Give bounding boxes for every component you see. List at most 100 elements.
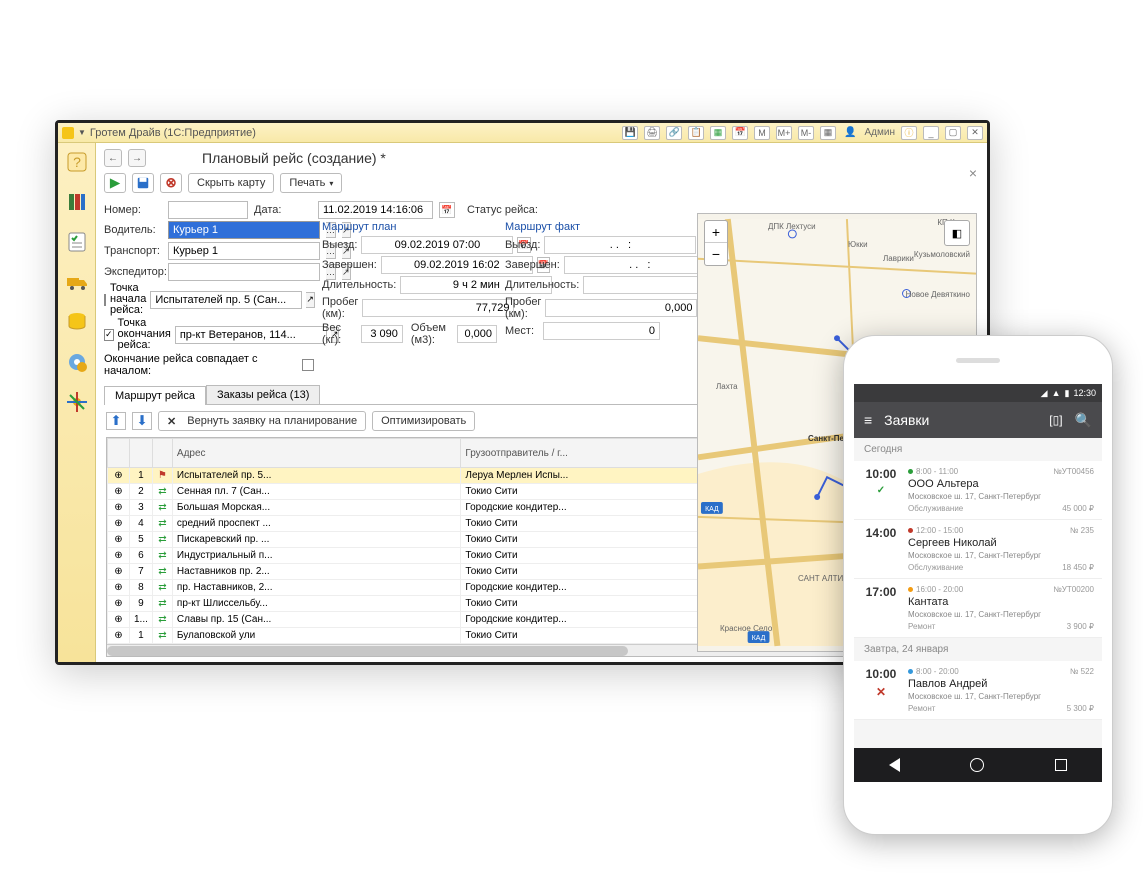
request-card[interactable]: 17:00 16:00 - 20:00№УТ00200 Кантата Моск… xyxy=(854,579,1102,638)
run-button[interactable]: ▶ xyxy=(104,173,126,193)
print-button[interactable]: Печать▾ xyxy=(280,173,342,193)
expeditor-label: Экспедитор: xyxy=(104,266,162,278)
clipboard-icon[interactable]: 📋 xyxy=(688,126,704,140)
sidebar-gear-icon[interactable] xyxy=(64,349,90,375)
calc-icon[interactable]: ▦ xyxy=(710,126,726,140)
print-icon[interactable]: 🖨 xyxy=(644,126,660,140)
plan-seats xyxy=(543,322,660,340)
mminus-btn[interactable]: M- xyxy=(798,126,814,140)
battery-icon: ▮ xyxy=(1065,388,1070,399)
zoom-out-button[interactable]: − xyxy=(705,243,727,265)
fact-dist xyxy=(545,299,697,317)
signal-icon: ◢ xyxy=(1041,388,1048,399)
start-label: Точка начала рейса: xyxy=(110,283,146,316)
date-calendar-icon[interactable]: 📅 xyxy=(439,202,455,218)
fact-depart[interactable] xyxy=(544,236,696,254)
maximize-icon[interactable]: ▢ xyxy=(945,126,961,140)
driver-label: Водитель: xyxy=(104,224,162,236)
mplus-btn[interactable]: M+ xyxy=(776,126,792,140)
map-layers-button[interactable]: ◧ xyxy=(944,220,970,246)
request-card[interactable]: 10:00✓ 8:00 - 11:00№УТ00456 ООО Альтера … xyxy=(854,461,1102,520)
link-icon[interactable]: 🔗 xyxy=(666,126,682,140)
m-btn[interactable]: М xyxy=(754,126,770,140)
plan-vol xyxy=(457,325,497,343)
save-button[interactable] xyxy=(132,173,154,193)
date-input[interactable] xyxy=(318,201,433,219)
app-icon xyxy=(62,127,74,139)
save-icon[interactable]: 💾 xyxy=(622,126,638,140)
start-input[interactable] xyxy=(150,291,302,309)
close-window-icon[interactable]: ✕ xyxy=(967,126,983,140)
search-icon[interactable]: 🔍 xyxy=(1075,412,1092,429)
move-up-button[interactable]: ⬆ xyxy=(106,412,126,430)
section-tomorrow: Завтра, 24 января xyxy=(854,638,1102,661)
transport-label: Транспорт: xyxy=(104,245,162,257)
number-input[interactable] xyxy=(168,201,248,219)
sidebar-star-icon[interactable] xyxy=(64,389,90,415)
end-equals-label: Окончание рейса совпадает с началом: xyxy=(104,353,298,377)
plan-title: Маршрут план xyxy=(322,221,497,233)
tab-orders[interactable]: Заказы рейса (13) xyxy=(206,385,320,404)
phone-navbar xyxy=(854,748,1102,782)
zoom-in-button[interactable]: + xyxy=(705,221,727,243)
sidebar-help-icon[interactable]: ? xyxy=(64,149,90,175)
request-card[interactable]: 14:00 12:00 - 15:00№ 235 Сергеев Николай… xyxy=(854,520,1102,579)
end-input[interactable] xyxy=(175,326,327,344)
minimize-icon[interactable]: _ xyxy=(923,126,939,140)
sidebar-truck-icon[interactable] xyxy=(64,269,90,295)
dropdown-icon[interactable]: ▼ xyxy=(78,128,86,137)
menu-icon[interactable]: ≡ xyxy=(864,412,872,428)
move-down-button[interactable]: ⬇ xyxy=(132,412,152,430)
svg-text:?: ? xyxy=(73,154,81,170)
driver-input[interactable] xyxy=(168,221,320,239)
plan-depart[interactable] xyxy=(361,236,513,254)
plan-weight xyxy=(361,325,403,343)
phone-frame: ◢ ▲ ▮ 12:30 ≡ Заявки [▯] 🔍 Сегодня 10:00… xyxy=(843,335,1113,835)
sidebar: ? xyxy=(58,143,96,662)
grid-icon[interactable]: ▦ xyxy=(820,126,836,140)
expeditor-input[interactable] xyxy=(168,263,320,281)
tab-route[interactable]: Маршрут рейса xyxy=(104,386,206,405)
info-icon[interactable]: ⓘ xyxy=(901,126,917,140)
nav-back-button[interactable]: ← xyxy=(104,149,122,167)
map-zoom: + − xyxy=(704,220,728,266)
close-page-icon[interactable]: × xyxy=(969,165,977,181)
app-title: Гротем Драйв (1С:Предприятие) xyxy=(90,127,256,139)
number-label: Номер: xyxy=(104,204,162,216)
nav-fwd-button[interactable]: → xyxy=(128,149,146,167)
request-card[interactable]: 10:00✕ 8:00 - 20:00№ 522 Павлов Андрей М… xyxy=(854,661,1102,720)
sidebar-checklist-icon[interactable] xyxy=(64,229,90,255)
transport-input[interactable] xyxy=(168,242,320,260)
status-time: 12:30 xyxy=(1073,388,1096,398)
end-label: Точка окончания рейса: xyxy=(118,318,171,351)
fact-done[interactable] xyxy=(564,256,716,274)
sidebar-db-icon[interactable] xyxy=(64,309,90,335)
titlebar: ▼ Гротем Драйв (1С:Предприятие) 💾 🖨 🔗 📋 … xyxy=(58,123,987,143)
page-title: Плановый рейс (создание) * xyxy=(202,150,386,166)
hide-map-button[interactable]: Скрыть карту xyxy=(188,173,274,193)
sidebar-books-icon[interactable] xyxy=(64,189,90,215)
phone-appbar: ≡ Заявки [▯] 🔍 xyxy=(854,402,1102,438)
optimize-button[interactable]: Оптимизировать xyxy=(372,411,475,431)
start-open-icon[interactable]: ↗ xyxy=(306,292,315,308)
svg-text:КАД: КАД xyxy=(752,635,766,642)
nav-home-icon[interactable] xyxy=(970,758,984,772)
svg-text:КАД: КАД xyxy=(705,506,719,513)
phone-title: Заявки xyxy=(884,412,1037,428)
wifi-icon: ▲ xyxy=(1052,388,1061,398)
date-label: Дата: xyxy=(254,204,312,216)
nav-back-icon[interactable] xyxy=(889,758,900,772)
user-label: Админ xyxy=(865,127,896,138)
cancel-button[interactable]: ⊗ xyxy=(160,173,182,193)
fact-title: Маршрут факт xyxy=(505,221,660,233)
phone-statusbar: ◢ ▲ ▮ 12:30 xyxy=(854,384,1102,402)
end-checkbox[interactable]: ✓ xyxy=(104,329,114,341)
scan-icon[interactable]: [▯] xyxy=(1049,413,1062,427)
nav-recent-icon[interactable] xyxy=(1055,759,1067,771)
end-equals-checkbox[interactable] xyxy=(302,359,314,371)
start-checkbox[interactable] xyxy=(104,294,106,306)
calendar-icon[interactable]: 📅 xyxy=(732,126,748,140)
return-request-button[interactable]: ✕ Вернуть заявку на планирование xyxy=(158,411,366,431)
section-today: Сегодня xyxy=(854,438,1102,461)
status-label: Статус рейса: xyxy=(467,204,538,216)
